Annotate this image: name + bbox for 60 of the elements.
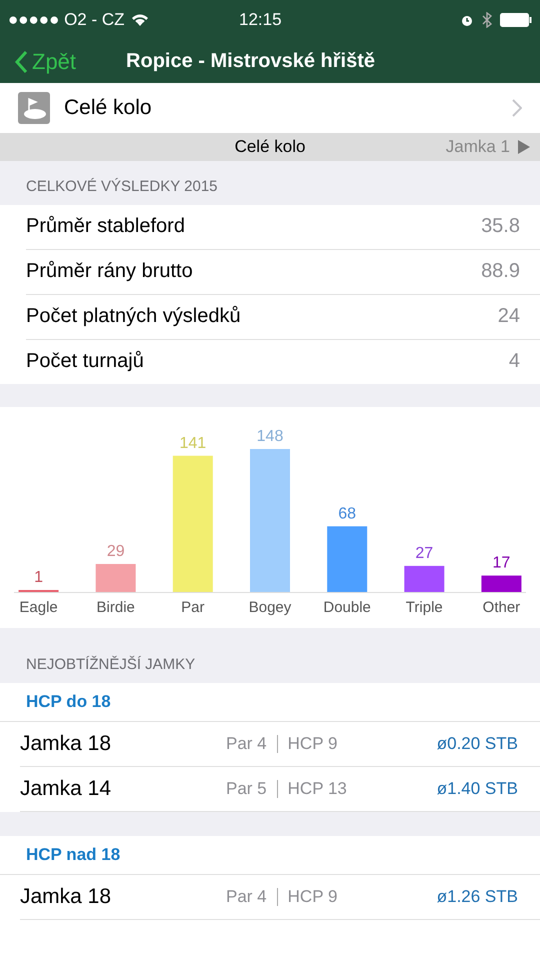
hole-row[interactable]: Jamka 14 Par 5 HCP 13 ø1.40 STB (20, 767, 540, 812)
count-label: 1 (34, 569, 44, 586)
hcp-label: HCP 9 (288, 734, 338, 754)
stat-value: 24 (498, 305, 520, 328)
section-header: CELKOVÉ VÝSLEDKY 2015 (26, 178, 218, 195)
par-label: Par 4 (226, 734, 267, 754)
stat-label: Průměr rány brutto (26, 260, 194, 284)
par-label: Par 5 (226, 779, 267, 800)
play-icon (518, 140, 530, 154)
stb-value: ø1.26 STB (436, 886, 518, 907)
group-title: HCP nad 18 (26, 844, 120, 865)
chart-bar (327, 526, 368, 592)
par-label: Par 4 (226, 886, 267, 907)
back-button[interactable]: Zpět (14, 48, 76, 74)
segment-current-label: Celé kolo (234, 137, 306, 158)
chevron-left-icon (14, 50, 28, 74)
carrier-label: ●●●●● O2 - CZ (8, 10, 125, 30)
stat-value: 4 (508, 350, 520, 374)
category-label: Double (323, 599, 371, 616)
chart-bar (481, 576, 522, 592)
battery-icon (500, 13, 532, 27)
category-label: Birdie (96, 599, 135, 616)
clock-label: 12:15 (238, 10, 282, 30)
count-label: 27 (415, 545, 434, 562)
count-label: 17 (492, 554, 510, 572)
count-label: 141 (180, 434, 206, 452)
chart-bar (96, 564, 136, 592)
stat-value: 35.8 (481, 215, 520, 238)
stb-value: ø0.20 STB (436, 734, 518, 754)
course-row[interactable]: Celé kolo (0, 83, 540, 133)
hcp-label: HCP 9 (288, 886, 338, 907)
stb-value: ø1.40 STB (436, 779, 518, 800)
stat-label: Průměr stableford (26, 215, 186, 238)
hole-label: Jamka 18 (20, 884, 112, 909)
wifi-icon (130, 13, 149, 27)
section-header: NEJOBTÍŽNĚJŠÍ JAMKY (26, 656, 196, 674)
hcp-label: HCP 13 (288, 779, 347, 800)
hole-label: Jamka 14 (20, 777, 112, 802)
count-label: 29 (106, 543, 125, 560)
stat-value: 88.9 (481, 260, 520, 284)
category-label: Bogey (248, 599, 292, 616)
chart-bar (404, 566, 444, 592)
hole-row[interactable]: Jamka 18 Par 4 HCP 9 ø0.20 STB (20, 722, 540, 768)
category-label: Triple (406, 599, 443, 616)
bluetooth-icon (482, 12, 492, 28)
stat-label: Počet turnajů (26, 350, 145, 374)
golf-flag-icon (18, 92, 50, 124)
category-label: Par (181, 599, 205, 616)
hole-row[interactable]: Jamka 18 Par 4 HCP 9 ø1.26 STB (20, 874, 540, 920)
category-label: Other (482, 599, 520, 616)
chart-bar (18, 590, 59, 592)
count-label: 68 (338, 505, 356, 522)
count-label: 148 (256, 428, 284, 446)
hole-label: Jamka 18 (20, 732, 112, 756)
alarm-icon (460, 13, 474, 27)
chevron-right-icon (512, 98, 522, 117)
stat-label: Počet platných výsledků (26, 305, 242, 328)
category-label: Eagle (19, 599, 58, 616)
screen-title: Ropice - Mistrovské hřiště (126, 50, 375, 73)
group-title: HCP do 18 (26, 692, 111, 712)
